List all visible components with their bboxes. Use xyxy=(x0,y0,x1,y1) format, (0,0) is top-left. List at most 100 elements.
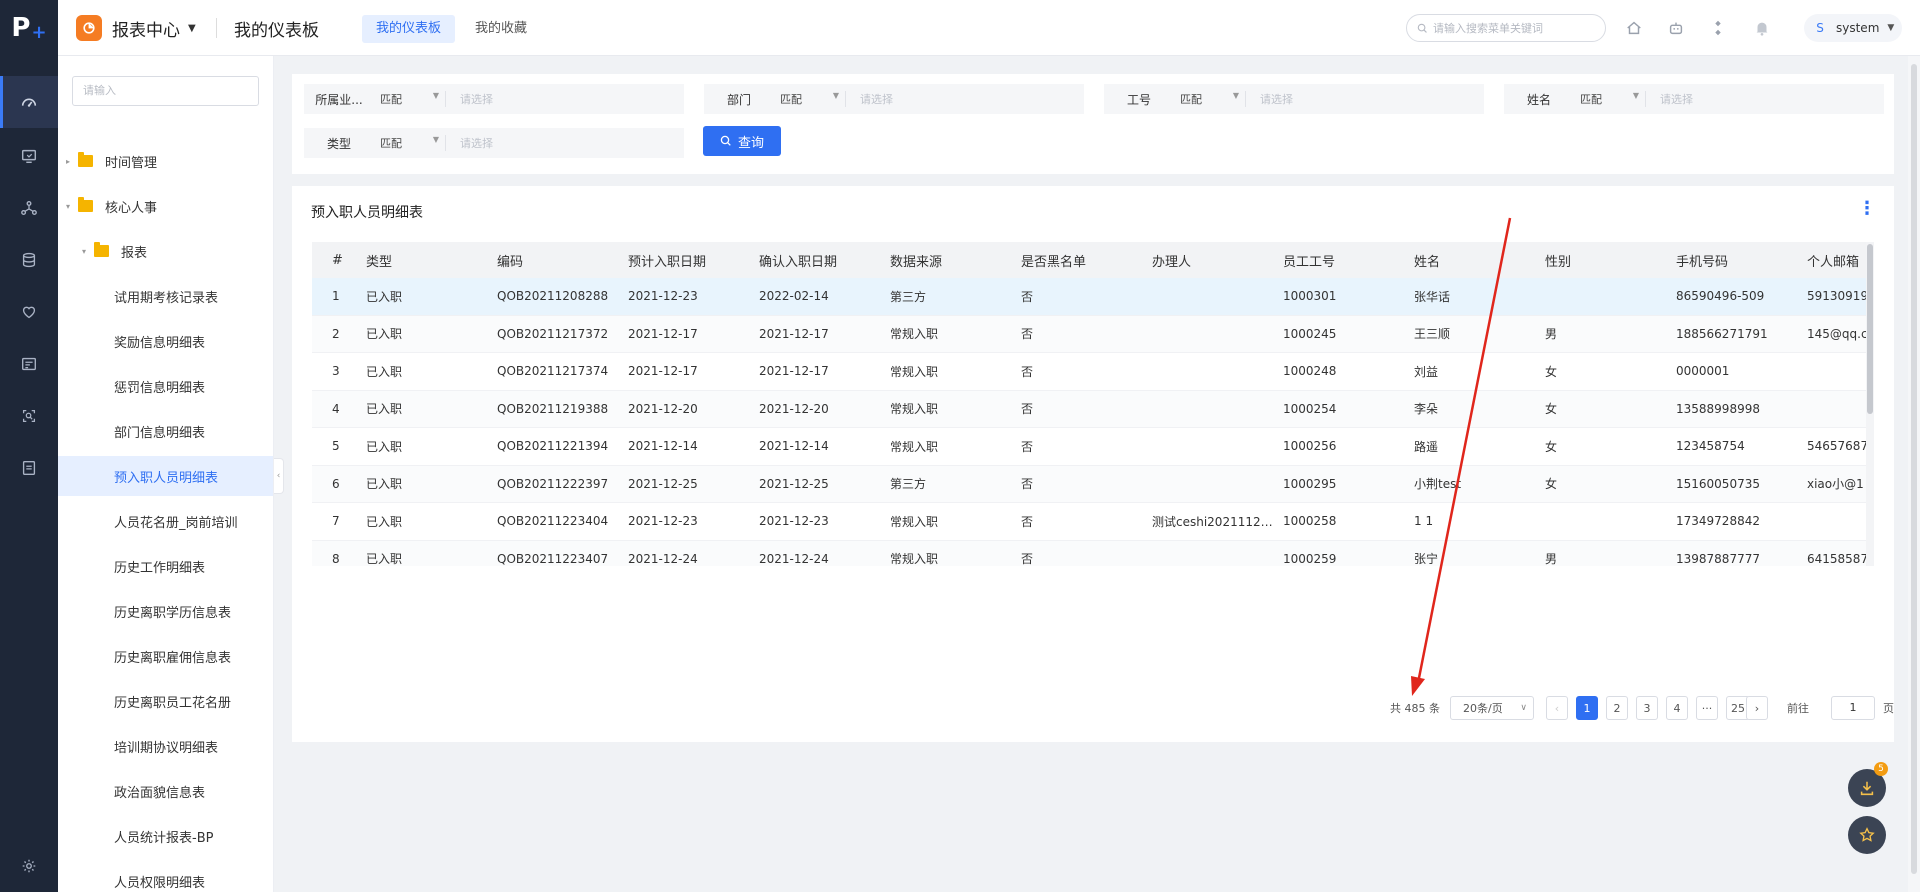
caret-down-icon[interactable]: ▾ xyxy=(82,247,92,256)
column-header[interactable]: 预计入职日期 xyxy=(618,251,749,270)
column-header[interactable]: 类型 xyxy=(356,251,487,270)
table-row[interactable]: 4 已入职 QOB20211219388 2021-12-20 2021-12-20 常规… xyxy=(312,390,1866,428)
page-title: 我的仪表板 xyxy=(234,21,319,41)
tree-item-label: 培训期协议明细表 xyxy=(114,740,219,756)
column-header[interactable]: 办理人 xyxy=(1142,251,1273,270)
database-icon[interactable] xyxy=(0,234,58,286)
tree-item[interactable]: 人员花名册_岗前培训 xyxy=(58,501,273,541)
tab-my-favorites[interactable]: 我的收藏 xyxy=(461,15,541,43)
app-logo[interactable]: P + xyxy=(0,0,58,56)
tree-item[interactable]: 培训期协议明细表 xyxy=(58,726,273,766)
table-cell: QOB20211223404 xyxy=(497,514,609,529)
page-scroll-thumb[interactable] xyxy=(1911,64,1917,874)
next-page-button[interactable]: › xyxy=(1746,696,1768,720)
filter-value-select[interactable]: 请选择 xyxy=(446,135,493,151)
tree-item-label: 试用期考核记录表 xyxy=(114,290,219,306)
column-header[interactable]: 数据来源 xyxy=(880,251,1011,270)
goto-page-input[interactable]: 1 xyxy=(1831,696,1875,720)
column-header[interactable]: 手机号码 xyxy=(1666,251,1797,270)
filter-label: 工号 xyxy=(1126,92,1151,107)
caret-right-icon[interactable]: ▸ xyxy=(66,157,76,166)
filter-value-select[interactable]: 请选择 xyxy=(1646,91,1693,107)
table-row[interactable]: 8 已入职 QOB20211223407 2021-12-24 2021-12-24 常规… xyxy=(312,540,1866,566)
monitor-icon[interactable] xyxy=(0,130,58,182)
column-header[interactable]: # xyxy=(312,253,356,268)
tree-item[interactable]: 试用期考核记录表 xyxy=(58,276,273,316)
query-button[interactable]: 查询 xyxy=(703,126,781,156)
collapse-sidebar-button[interactable]: ‹ xyxy=(274,458,284,494)
download-button[interactable]: 5 xyxy=(1848,762,1888,807)
page-number-button[interactable]: 4 xyxy=(1666,696,1688,720)
user-menu[interactable]: S system ▼ xyxy=(1804,14,1902,42)
table-row[interactable]: 5 已入职 QOB20211221394 2021-12-14 2021-12-14 常规… xyxy=(312,428,1866,466)
bell-icon[interactable] xyxy=(1752,18,1772,38)
table-cell: 13987887777 xyxy=(1676,551,1760,566)
table-scrollbar[interactable] xyxy=(1866,242,1874,566)
filter-operator-select[interactable]: 匹配 ▼ xyxy=(1174,91,1246,107)
brand-switcher[interactable]: 报表中心 ▼ xyxy=(76,14,196,42)
filter-operator-select[interactable]: 匹配 ▼ xyxy=(774,91,846,107)
heart-icon[interactable] xyxy=(0,286,58,338)
report-title: 预入职人员明细表 xyxy=(311,205,423,221)
table-row[interactable]: 6 已入职 QOB20211222397 2021-12-25 2021-12-25 第三… xyxy=(312,465,1866,503)
table-cell: 641585876 xyxy=(1807,551,1866,566)
column-header[interactable]: 确认入职日期 xyxy=(749,251,880,270)
filter-value-select[interactable]: 请选择 xyxy=(1246,91,1293,107)
table-row[interactable]: 1 已入职 QOB20211208288 2021-12-23 2022-02-14 第三… xyxy=(312,278,1866,316)
tree-item[interactable]: 历史离职员工花名册 xyxy=(58,681,273,721)
page-ellipsis-button[interactable]: ··· xyxy=(1696,696,1718,720)
tree-item[interactable]: 历史离职雇佣信息表 xyxy=(58,636,273,676)
column-header[interactable]: 员工工号 xyxy=(1273,251,1404,270)
table-cell: 已入职 xyxy=(366,327,403,342)
tab-my-dashboard[interactable]: 我的仪表板 xyxy=(362,15,456,43)
filter-operator-select[interactable]: 匹配 ▼ xyxy=(374,91,446,107)
scroll-thumb[interactable] xyxy=(1867,244,1873,414)
table-row[interactable]: 3 已入职 QOB20211217374 2021-12-17 2021-12-17 常规… xyxy=(312,353,1866,391)
home-icon[interactable] xyxy=(1624,18,1644,38)
tree-item[interactable]: 奖励信息明细表 xyxy=(58,321,273,361)
tree-folder[interactable]: ▸ 时间管理 xyxy=(58,141,273,181)
tree-folder[interactable]: ▾ 报表 xyxy=(58,231,273,271)
filter-operator-select[interactable]: 匹配 ▼ xyxy=(374,135,446,151)
page-size-select[interactable]: 20条/页 ∨ xyxy=(1450,696,1534,720)
menu-search-input[interactable]: 请输入搜索菜单关键词 xyxy=(1406,14,1606,42)
column-header[interactable]: 个人邮箱 xyxy=(1797,251,1866,270)
tree-item[interactable]: 惩罚信息明细表 xyxy=(58,366,273,406)
filter-value-select[interactable]: 请选择 xyxy=(846,91,893,107)
tree-item[interactable]: 历史离职学历信息表 xyxy=(58,591,273,631)
share-icon[interactable] xyxy=(0,182,58,234)
page-number-button[interactable]: 3 xyxy=(1636,696,1658,720)
tree-item[interactable]: 政治面貌信息表 xyxy=(58,771,273,811)
filter-operator-select[interactable]: 匹配 ▼ xyxy=(1574,91,1646,107)
apps-icon[interactable] xyxy=(1708,18,1728,38)
filter-value-select[interactable]: 请选择 xyxy=(446,91,493,107)
table-row[interactable]: 7 已入职 QOB20211223404 2021-12-23 2021-12-23 常规… xyxy=(312,503,1866,541)
caret-down-icon[interactable]: ▾ xyxy=(66,202,76,211)
prev-page-button[interactable]: ‹ xyxy=(1546,696,1568,720)
page-number-button[interactable]: 2 xyxy=(1606,696,1628,720)
column-header[interactable]: 姓名 xyxy=(1404,251,1535,270)
tree-folder[interactable]: ▾ 核心人事 xyxy=(58,186,273,226)
list-doc-icon[interactable] xyxy=(0,442,58,494)
report-icon[interactable] xyxy=(0,338,58,390)
tree-item[interactable]: 人员统计报表-BP xyxy=(58,816,273,856)
table-cell: 1000256 xyxy=(1283,439,1337,454)
table-cell: 86590496-509 xyxy=(1676,289,1765,304)
column-header[interactable]: 编码 xyxy=(487,251,618,270)
tree-item[interactable]: 部门信息明细表 xyxy=(58,411,273,451)
dashboard-icon[interactable] xyxy=(0,76,58,128)
table-row[interactable]: 2 已入职 QOB20211217372 2021-12-17 2021-12-17 常规… xyxy=(312,315,1866,353)
favorite-button[interactable] xyxy=(1848,816,1886,854)
page-number-button[interactable]: 1 xyxy=(1576,696,1598,720)
search-doc-icon[interactable] xyxy=(0,390,58,442)
robot-icon[interactable] xyxy=(1666,18,1686,38)
tree-item[interactable]: 历史工作明细表 xyxy=(58,546,273,586)
page-scrollbar[interactable] xyxy=(1908,56,1920,892)
tree-item[interactable]: 人员权限明细表 xyxy=(58,861,273,892)
column-header[interactable]: 性别 xyxy=(1535,251,1666,270)
tree-search-input[interactable]: 请输入 xyxy=(72,76,259,106)
column-header[interactable]: 是否黑名单 xyxy=(1011,251,1142,270)
tree-item[interactable]: 预入职人员明细表 xyxy=(58,456,273,496)
more-options-icon[interactable]: ⋮ xyxy=(1858,200,1876,218)
settings-icon[interactable] xyxy=(0,840,58,892)
